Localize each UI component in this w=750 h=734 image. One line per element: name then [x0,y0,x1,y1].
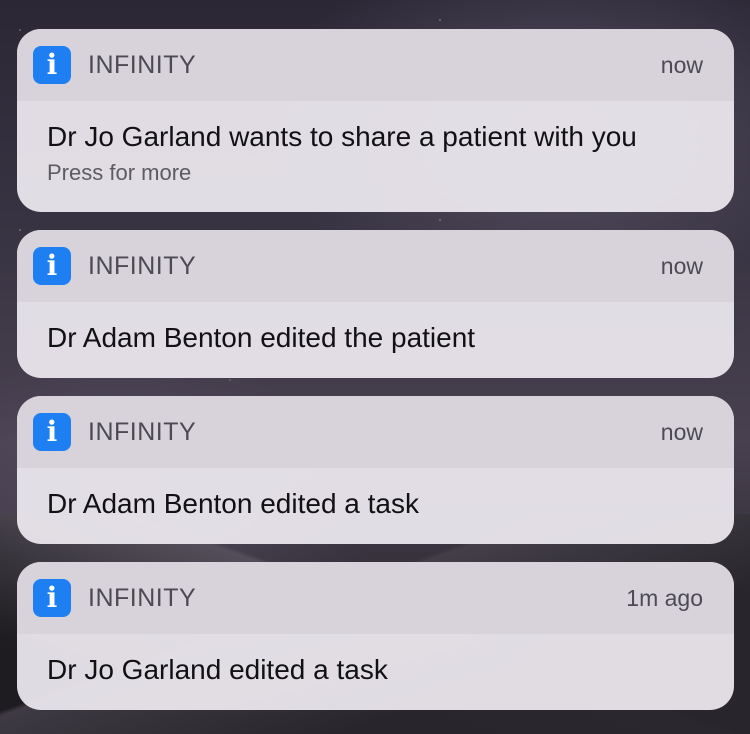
notification-message: Dr Adam Benton edited a task [47,488,419,519]
info-icon: i [33,579,71,617]
notification-card[interactable]: i INFINITY now Dr Jo Garland wants to sh… [17,29,734,212]
info-icon: i [33,247,71,285]
notification-time: 1m ago [626,584,703,611]
notification-message: Dr Jo Garland edited a task [47,654,388,685]
notification-card[interactable]: i INFINITY now Dr Adam Benton edited a t… [17,396,734,544]
app-name: INFINITY [88,417,197,446]
app-name: INFINITY [88,251,197,280]
notification-time: now [660,418,703,445]
notification-body: Dr Adam Benton edited a task [17,468,734,544]
notification-body: Dr Adam Benton edited the patient [17,302,734,378]
notification-card[interactable]: i INFINITY 1m ago Dr Jo Garland edited a… [17,562,734,710]
notification-body: Dr Jo Garland wants to share a patient w… [17,101,734,212]
press-for-more-hint: Press for more [47,160,192,185]
notification-stack: i INFINITY now Dr Jo Garland wants to sh… [17,29,734,710]
notification-header: i INFINITY now [17,230,734,302]
notification-header: i INFINITY 1m ago [17,562,734,634]
notification-card[interactable]: i INFINITY now Dr Adam Benton edited the… [17,230,734,378]
notification-header: i INFINITY now [17,29,734,101]
app-name: INFINITY [88,50,197,79]
app-name: INFINITY [88,583,197,612]
info-icon: i [33,46,71,84]
notification-time: now [660,252,703,279]
notification-message: Dr Adam Benton edited the patient [47,322,476,353]
notification-time: now [660,51,703,78]
notification-body: Dr Jo Garland edited a task [17,634,734,710]
notification-header: i INFINITY now [17,396,734,468]
notification-message: Dr Jo Garland wants to share a patient w… [47,121,637,152]
info-icon: i [33,413,71,451]
